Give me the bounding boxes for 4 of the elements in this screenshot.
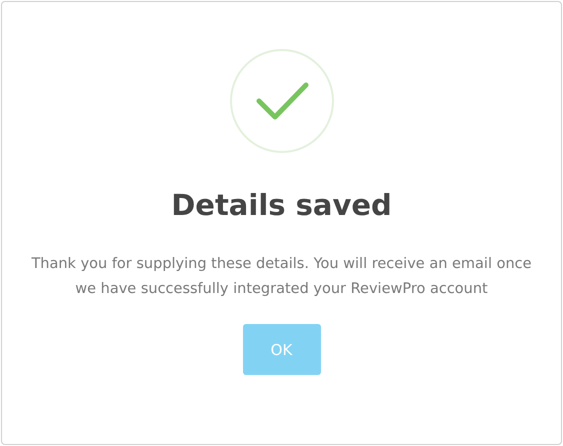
dialog-message: Thank you for supplying these details. You will receive an email once we have successfully integrated your ReviewPro account [30,255,533,299]
dialog-title: Details saved [171,188,392,222]
ok-button[interactable]: OK [242,324,320,375]
checkmark-circle-icon [228,48,334,154]
